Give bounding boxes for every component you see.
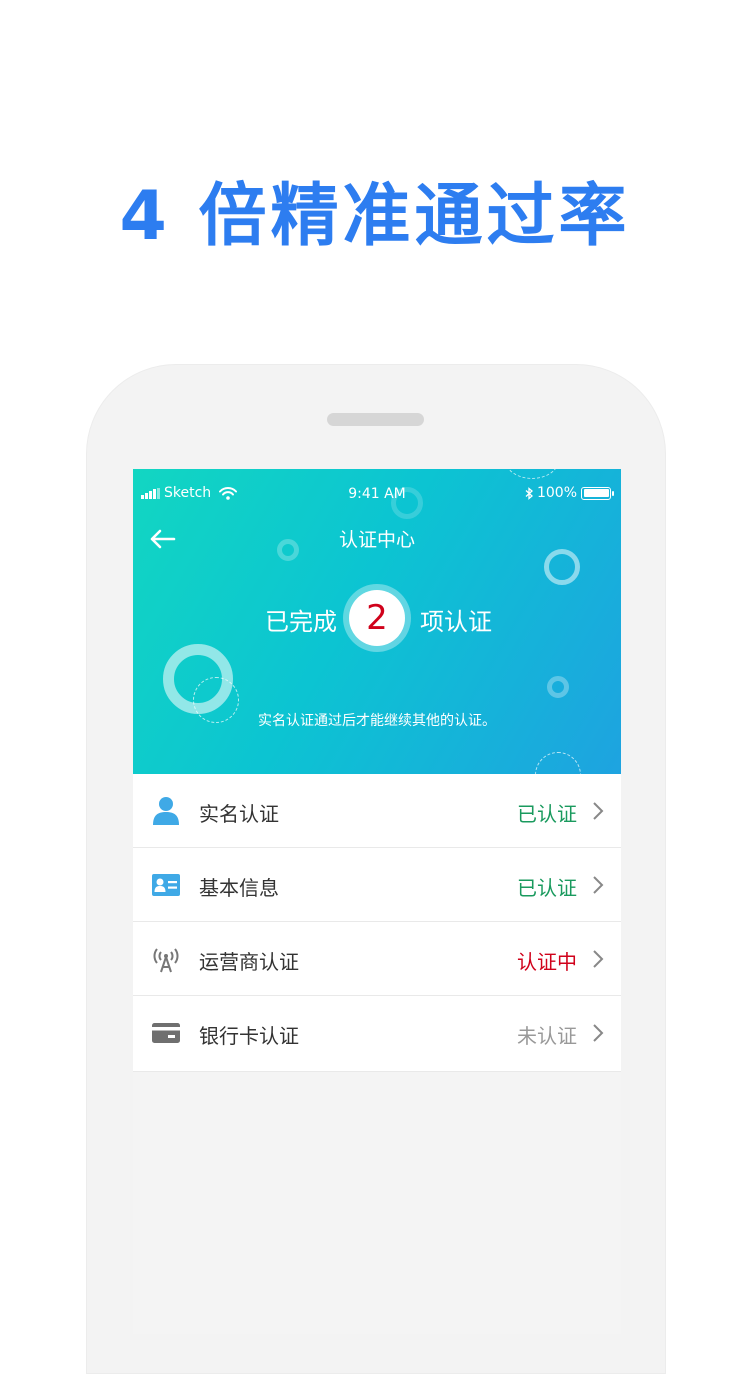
- count-badge-ring: 2: [343, 584, 411, 652]
- bubble-decoration: [547, 676, 569, 698]
- item-status: 认证中: [517, 950, 577, 974]
- item-label: 基本信息: [199, 876, 279, 900]
- item-label: 实名认证: [199, 802, 279, 826]
- completion-summary: 已完成 2 项认证: [133, 584, 621, 654]
- chevron-right-icon: [593, 950, 604, 968]
- phone-speaker: [327, 413, 424, 426]
- app-screen: Sketch 9:41 AM 100% 认证中心 已完成 2 项认证 实名认证通…: [133, 469, 621, 1334]
- item-label: 银行卡认证: [199, 1024, 299, 1048]
- chevron-right-icon: [593, 1024, 604, 1042]
- bubble-decoration: [505, 469, 559, 479]
- chevron-right-icon: [593, 802, 604, 820]
- item-label: 运营商认证: [199, 950, 299, 974]
- chevron-right-icon: [593, 876, 604, 894]
- battery-icon: [581, 486, 614, 500]
- nav-bar: 认证中心: [133, 517, 621, 557]
- hint-text: 实名认证通过后才能继续其他的认证。: [258, 713, 496, 729]
- completed-count: 2: [349, 590, 405, 646]
- summary-prefix: 已完成: [265, 608, 337, 636]
- headline: 4 倍精准通过率: [119, 177, 631, 256]
- list-item-basic-info[interactable]: 基本信息 已认证: [133, 848, 621, 922]
- list-item-bank-card[interactable]: 银行卡认证 未认证: [133, 996, 621, 1072]
- hero-banner: Sketch 9:41 AM 100% 认证中心 已完成 2 项认证 实名认证通…: [133, 469, 621, 774]
- bubble-decoration: [535, 752, 581, 774]
- battery-percent: 100%: [536, 485, 577, 501]
- verification-list: 实名认证 已认证 基本信息 已认证 运营商认证 认证中 银行卡认证 未认证: [133, 774, 621, 1072]
- status-bar: Sketch 9:41 AM 100%: [133, 483, 621, 507]
- signal-tower-icon: [151, 944, 181, 974]
- item-status: 已认证: [517, 876, 577, 900]
- item-status: 未认证: [517, 1024, 577, 1048]
- summary-suffix: 项认证: [420, 608, 492, 636]
- bank-card-icon: [151, 1018, 181, 1048]
- item-status: 已认证: [517, 802, 577, 826]
- status-bar-right: 100%: [525, 485, 614, 501]
- page-title: 认证中心: [338, 529, 415, 551]
- id-card-icon: [151, 870, 181, 900]
- person-icon: [151, 796, 181, 826]
- bluetooth-icon: [525, 486, 533, 500]
- list-item-real-name[interactable]: 实名认证 已认证: [133, 774, 621, 848]
- list-item-carrier[interactable]: 运营商认证 认证中: [133, 922, 621, 996]
